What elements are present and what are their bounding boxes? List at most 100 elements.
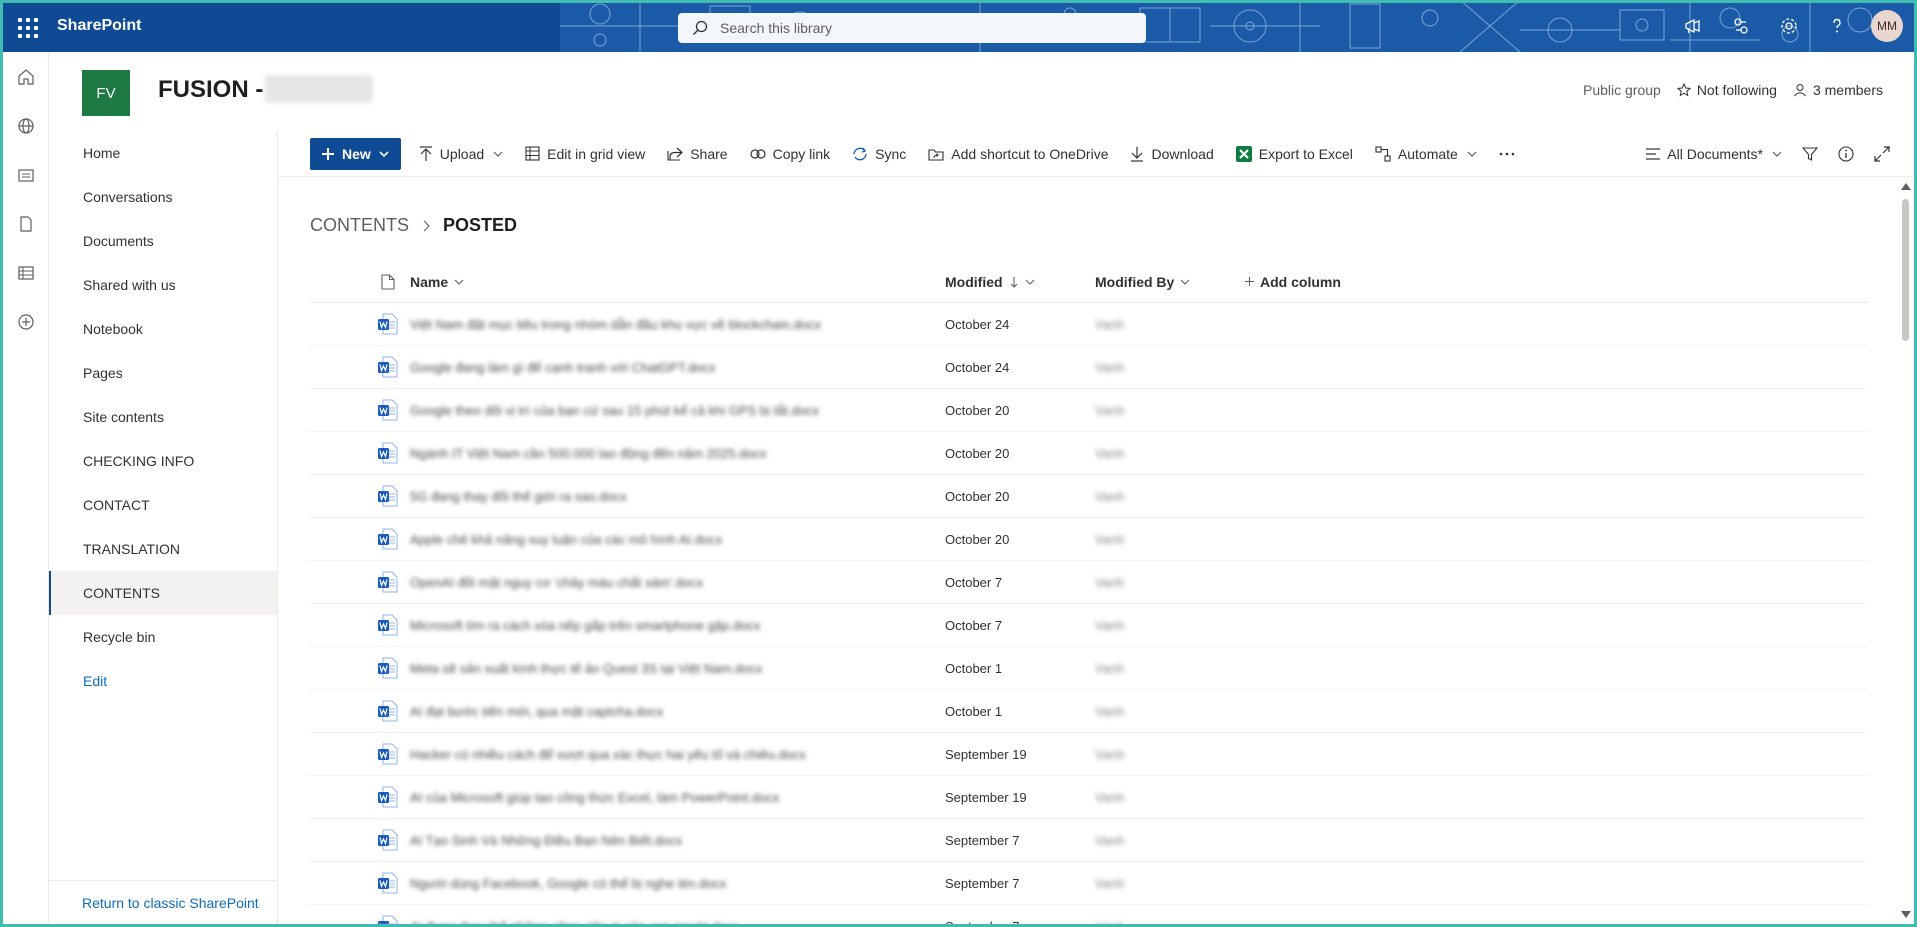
site-title[interactable]: FUSION -	[158, 76, 263, 104]
file-name[interactable]: AI Tạo Sinh Và Những Điều Bạn Nên Biết.d…	[410, 833, 682, 848]
table-row[interactable]: AI của Microsoft giúp tạo công thức Exce…	[310, 776, 1868, 819]
expand-button[interactable]	[1874, 138, 1890, 170]
nav-item-site-contents[interactable]: Site contents	[49, 395, 277, 439]
file-name[interactable]: AI đạt bước tiến mới, qua mặt captcha.do…	[410, 704, 663, 719]
table-row[interactable]: Apple chê khả năng suy luận của các mô h…	[310, 518, 1868, 561]
nav-item-home[interactable]: Home	[49, 131, 277, 175]
site-logo[interactable]: FV	[82, 70, 130, 116]
file-name[interactable]: Google theo dõi vị trí của bạn cứ sau 15…	[410, 403, 819, 418]
globe-icon[interactable]	[3, 101, 49, 150]
file-name[interactable]: Ngành IT Việt Nam cần 500.000 lao động đ…	[410, 446, 767, 461]
modified-by-name[interactable]: Vanh	[1095, 360, 1124, 375]
copy-link-button[interactable]: Copy link	[749, 138, 830, 170]
members-button[interactable]: 3 members	[1793, 82, 1883, 98]
download-button[interactable]: Download	[1130, 138, 1214, 170]
file-name[interactable]: 5G đang thay đổi thế giới ra sao.docx	[410, 489, 627, 504]
file-name[interactable]: AI được thay thế những công việc gì của …	[410, 919, 739, 927]
file-name[interactable]: AI của Microsoft giúp tạo công thức Exce…	[410, 790, 779, 805]
modified-by-name[interactable]: Vanh	[1095, 661, 1124, 676]
export-excel-button[interactable]: Export to Excel	[1235, 138, 1353, 170]
row-name-cell[interactable]: Microsoft tìm ra cách xóa nếp gấp trên s…	[410, 618, 945, 633]
search-box[interactable]	[678, 13, 1146, 43]
modified-by-name[interactable]: Vanh	[1095, 317, 1124, 332]
row-name-cell[interactable]: AI của Microsoft giúp tạo công thức Exce…	[410, 790, 945, 805]
row-name-cell[interactable]: AI được thay thế những công việc gì của …	[410, 919, 945, 927]
info-button[interactable]	[1838, 138, 1854, 170]
megaphone-icon[interactable]	[1669, 0, 1717, 52]
lists-icon[interactable]	[3, 248, 49, 297]
nav-item-translation[interactable]: TRANSLATION	[49, 527, 277, 571]
table-row[interactable]: OpenAI đối mặt nguy cơ 'chảy máu chất xá…	[310, 561, 1868, 604]
file-name[interactable]: Google đang làm gì để cạnh tranh với Cha…	[410, 360, 716, 375]
share-button[interactable]: Share	[667, 138, 728, 170]
row-name-cell[interactable]: AI đạt bước tiến mới, qua mặt captcha.do…	[410, 704, 945, 719]
modified-by-name[interactable]: Vanh	[1095, 833, 1124, 848]
share-network-icon[interactable]	[1717, 0, 1765, 52]
row-name-cell[interactable]: OpenAI đối mặt nguy cơ 'chảy máu chất xá…	[410, 575, 945, 590]
modified-by-name[interactable]: Vanh	[1095, 704, 1124, 719]
table-row[interactable]: Việt Nam đặt mục tiêu trong nhóm dẫn đầu…	[310, 303, 1868, 346]
app-launcher-icon[interactable]	[12, 12, 40, 40]
file-name[interactable]: Người dùng Facebook, Google có thể bị ng…	[410, 876, 726, 891]
add-column-button[interactable]: Add column	[1245, 274, 1341, 290]
vertical-scrollbar[interactable]	[1899, 177, 1913, 922]
automate-button[interactable]: Automate	[1375, 138, 1477, 170]
nav-item-contact[interactable]: CONTACT	[49, 483, 277, 527]
sharepoint-brand[interactable]: SharePoint	[57, 17, 141, 35]
news-icon[interactable]	[3, 150, 49, 199]
row-name-cell[interactable]: Apple chê khả năng suy luận của các mô h…	[410, 532, 945, 547]
row-name-cell[interactable]: AI Tạo Sinh Và Những Điều Bạn Nên Biết.d…	[410, 833, 945, 848]
nav-item-shared-with-us[interactable]: Shared with us	[49, 263, 277, 307]
table-row[interactable]: Hacker có nhiều cách để vượt qua xác thự…	[310, 733, 1868, 776]
nav-item-checking-info[interactable]: CHECKING INFO	[49, 439, 277, 483]
upload-button[interactable]: Upload	[419, 138, 503, 170]
return-to-classic-link[interactable]: Return to classic SharePoint	[49, 880, 277, 924]
table-row[interactable]: Google theo dõi vị trí của bạn cứ sau 15…	[310, 389, 1868, 432]
file-name[interactable]: Apple chê khả năng suy luận của các mô h…	[410, 532, 722, 547]
filter-button[interactable]	[1802, 138, 1818, 170]
file-type-column-header[interactable]	[310, 273, 410, 290]
modified-by-name[interactable]: Vanh	[1095, 919, 1124, 927]
row-name-cell[interactable]: Ngành IT Việt Nam cần 500.000 lao động đ…	[410, 446, 945, 461]
home-icon[interactable]	[3, 52, 49, 101]
sync-button[interactable]: Sync	[852, 138, 906, 170]
more-options-button[interactable]	[1499, 138, 1515, 170]
gear-icon[interactable]	[1765, 0, 1813, 52]
scroll-thumb[interactable]	[1902, 199, 1909, 341]
edit-grid-view-button[interactable]: Edit in grid view	[525, 138, 645, 170]
search-input[interactable]	[720, 20, 1120, 36]
help-icon[interactable]	[1813, 0, 1861, 52]
modified-by-name[interactable]: Vanh	[1095, 790, 1124, 805]
table-row[interactable]: Microsoft tìm ra cách xóa nếp gấp trên s…	[310, 604, 1868, 647]
name-column-header[interactable]: Name	[410, 274, 945, 290]
file-name[interactable]: Hacker có nhiều cách để vượt qua xác thự…	[410, 747, 806, 762]
modified-by-name[interactable]: Vanh	[1095, 618, 1124, 633]
file-name[interactable]: Việt Nam đặt mục tiêu trong nhóm dẫn đầu…	[410, 317, 821, 332]
scroll-down-arrow[interactable]	[1901, 911, 1911, 918]
row-name-cell[interactable]: Người dùng Facebook, Google có thể bị ng…	[410, 876, 945, 891]
nav-item-documents[interactable]: Documents	[49, 219, 277, 263]
table-row[interactable]: Meta sẽ sản xuất kính thực tế ảo Quest 3…	[310, 647, 1868, 690]
file-icon[interactable]	[3, 199, 49, 248]
breadcrumb-parent[interactable]: CONTENTS	[310, 215, 409, 236]
scroll-up-arrow[interactable]	[1901, 183, 1911, 190]
table-row[interactable]: AI Tạo Sinh Và Những Điều Bạn Nên Biết.d…	[310, 819, 1868, 862]
modified-column-header[interactable]: Modified	[945, 274, 1095, 290]
nav-item-recycle-bin[interactable]: Recycle bin	[49, 615, 277, 659]
modified-by-name[interactable]: Vanh	[1095, 532, 1124, 547]
file-name[interactable]: Meta sẽ sản xuất kính thực tế ảo Quest 3…	[410, 661, 762, 676]
add-shortcut-button[interactable]: Add shortcut to OneDrive	[928, 138, 1108, 170]
modified-by-name[interactable]: Vanh	[1095, 747, 1124, 762]
row-name-cell[interactable]: Hacker có nhiều cách để vượt qua xác thự…	[410, 747, 945, 762]
nav-item-contents[interactable]: CONTENTS	[49, 571, 277, 615]
file-name[interactable]: OpenAI đối mặt nguy cơ 'chảy máu chất xá…	[410, 575, 703, 590]
nav-item-notebook[interactable]: Notebook	[49, 307, 277, 351]
modified-by-name[interactable]: Vanh	[1095, 446, 1124, 461]
follow-button[interactable]: Not following	[1676, 82, 1777, 98]
row-name-cell[interactable]: Meta sẽ sản xuất kính thực tế ảo Quest 3…	[410, 661, 945, 676]
row-name-cell[interactable]: Việt Nam đặt mục tiêu trong nhóm dẫn đầu…	[410, 317, 945, 332]
table-row[interactable]: 5G đang thay đổi thế giới ra sao.docx Oct…	[310, 475, 1868, 518]
new-button[interactable]: New	[310, 137, 401, 170]
modified-by-column-header[interactable]: Modified By	[1095, 274, 1245, 290]
modified-by-name[interactable]: Vanh	[1095, 489, 1124, 504]
